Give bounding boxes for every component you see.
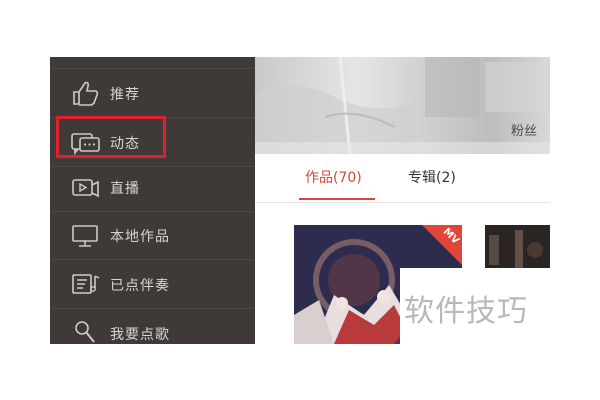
sidebar-item-recommend[interactable]: 推荐: [50, 69, 255, 118]
monitor-icon: [70, 221, 102, 249]
sidebar-item-label: 推荐: [110, 87, 140, 103]
active-tab-underline: [299, 198, 375, 200]
watermark: 软件技巧: [400, 268, 550, 344]
sidebar-item-label: 我要点歌: [110, 327, 170, 343]
mv-badge: MV: [422, 225, 462, 265]
sidebar-top-divider: [50, 57, 255, 69]
profile-banner: 粉丝: [255, 57, 550, 154]
sidebar-item-live[interactable]: 直播: [50, 163, 255, 212]
app-frame: 推荐 动态 直播 本地作品 已点伴奏 我要点歌 粉丝 作品(70) 专辑(2) …: [50, 57, 550, 344]
microphone-icon: [70, 319, 102, 344]
fans-label: 粉丝: [511, 124, 538, 139]
sidebar-item-selected-accompaniment[interactable]: 已点伴奏: [50, 260, 255, 309]
sidebar-item-request-song[interactable]: 我要点歌: [50, 309, 255, 344]
sidebar-item-activity[interactable]: 动态: [50, 118, 255, 167]
sidebar-item-label: 本地作品: [110, 229, 170, 245]
chat-bubble-icon: [70, 128, 102, 156]
sidebar-item-label: 动态: [110, 136, 140, 152]
banner-image: [255, 57, 550, 154]
sidebar-item-label: 直播: [110, 181, 140, 197]
sidebar-item-local-works[interactable]: 本地作品: [50, 211, 255, 260]
tab-works[interactable]: 作品(70): [305, 167, 362, 187]
sidebar: 推荐 动态 直播 本地作品 已点伴奏 我要点歌: [50, 57, 255, 344]
thumbs-up-icon: [70, 79, 102, 107]
music-list-icon: [70, 270, 102, 298]
tab-bar: 作品(70) 专辑(2): [255, 154, 550, 203]
tab-albums[interactable]: 专辑(2): [408, 167, 456, 187]
watermark-text: 软件技巧: [404, 294, 528, 329]
sidebar-item-label: 已点伴奏: [110, 278, 170, 294]
live-camera-icon: [70, 173, 102, 201]
